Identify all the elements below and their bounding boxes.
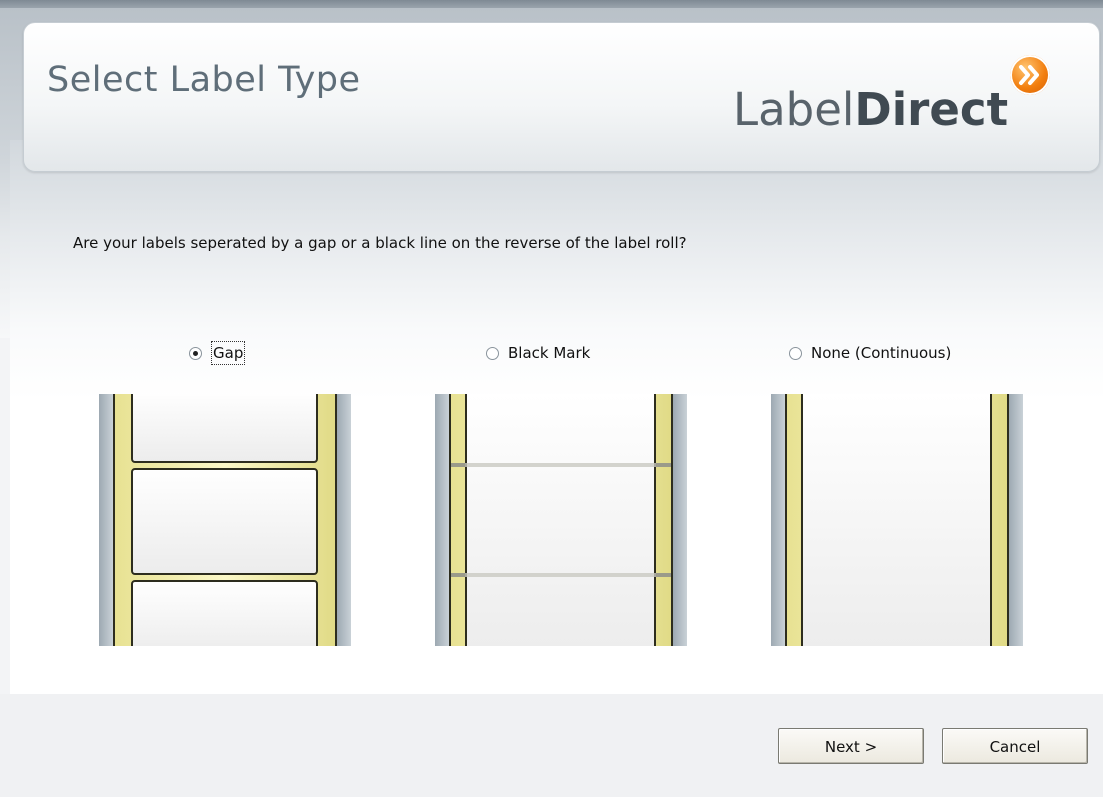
option-black-mark-label: Black Mark [508, 344, 591, 362]
question-text: Are your labels seperated by a gap or a … [73, 234, 687, 252]
cancel-button[interactable]: Cancel [942, 728, 1088, 764]
radio-gap[interactable] [189, 346, 202, 360]
logo-text-bold: Direct [854, 83, 1009, 136]
continuous-roll-illustration[interactable] [771, 394, 1023, 646]
radio-black-mark[interactable] [486, 346, 499, 360]
option-gap-label: Gap [211, 341, 246, 365]
footer-bar [0, 694, 1103, 797]
radio-none-continuous[interactable] [789, 346, 802, 360]
gap-roll-illustration[interactable] [99, 394, 351, 646]
option-gap[interactable]: Gap [189, 341, 246, 365]
option-none-continuous[interactable]: None (Continuous) [789, 341, 951, 365]
page-title: Select Label Type [47, 60, 361, 100]
black-mark-roll-illustration[interactable] [435, 394, 687, 646]
option-black-mark[interactable]: Black Mark [486, 341, 590, 365]
double-chevron-right-icon [1010, 55, 1050, 95]
window-top-strip [0, 0, 1103, 8]
logo-text-prefix: Label [733, 83, 855, 136]
next-button[interactable]: Next > [778, 728, 924, 764]
labeldirect-logo: LabelDirect [733, 80, 1033, 140]
option-none-continuous-label: None (Continuous) [811, 344, 952, 362]
